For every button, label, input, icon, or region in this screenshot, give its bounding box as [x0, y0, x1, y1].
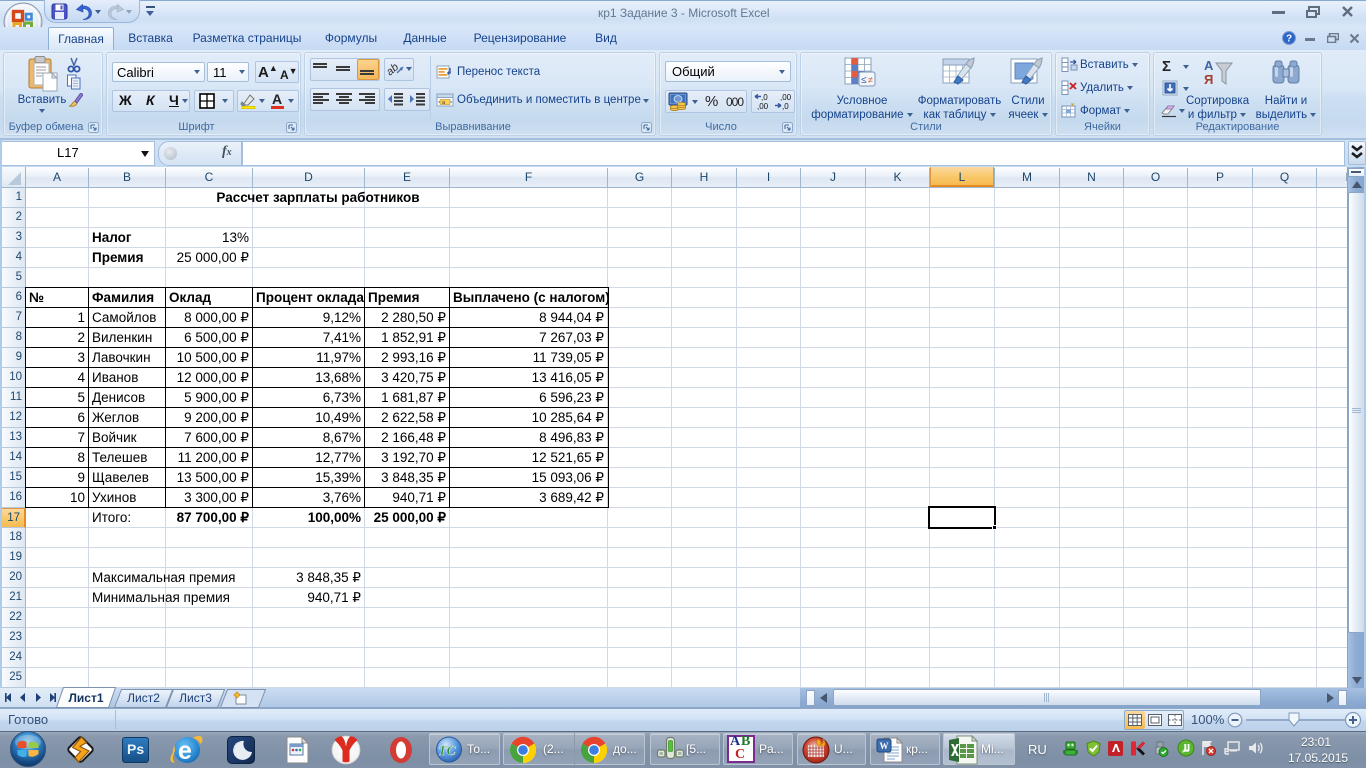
svg-text:ab: ab	[387, 61, 401, 78]
svg-text:,0: ,0	[761, 93, 768, 102]
svg-text:,00: ,00	[757, 102, 769, 111]
svg-text:e: e	[178, 737, 192, 765]
svg-text:А: А	[1204, 58, 1214, 73]
svg-text:≤: ≤	[861, 75, 867, 86]
svg-text:Я: Я	[1204, 72, 1213, 87]
svg-text:W: W	[880, 741, 889, 751]
svg-text:TC: TC	[438, 744, 457, 759]
svg-text:,0: ,0	[782, 102, 789, 111]
svg-text:,00: ,00	[780, 93, 792, 102]
svg-text:≠: ≠	[868, 75, 873, 85]
svg-text:?: ?	[1286, 34, 1292, 45]
